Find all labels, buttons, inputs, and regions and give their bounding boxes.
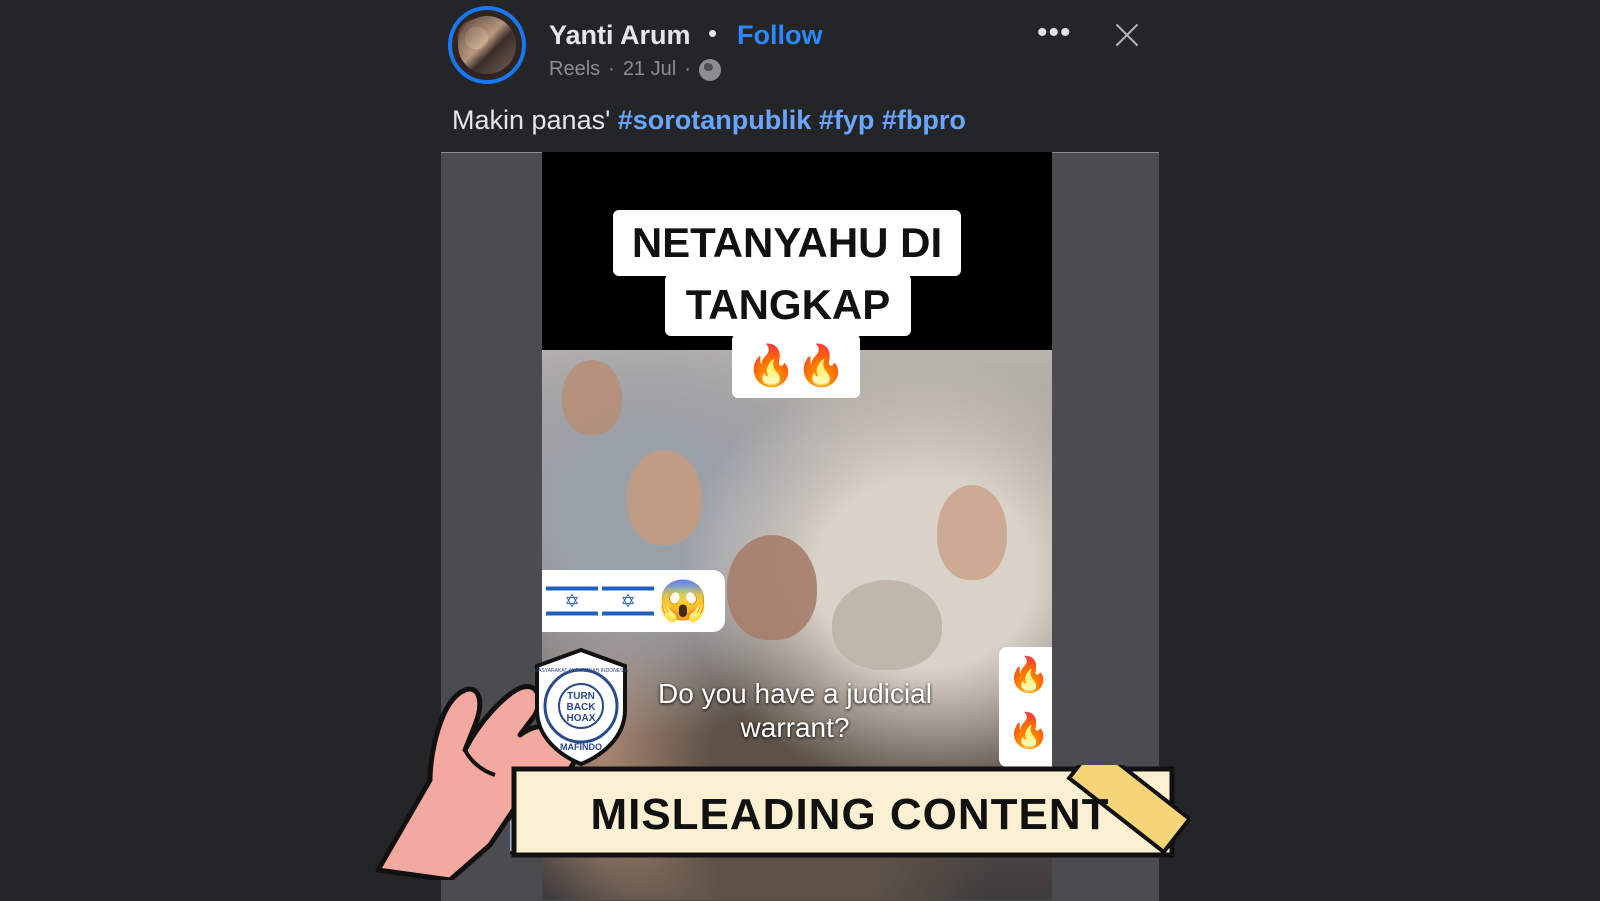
globe-icon bbox=[698, 58, 721, 81]
svg-text:TURN: TURN bbox=[567, 691, 595, 702]
flags-sticker: ✡ ✡ 😱 bbox=[542, 570, 725, 632]
post-caption: Makin panas' #sorotanpublik #fyp #fbpro bbox=[452, 105, 966, 136]
post-meta: Reels · 21 Jul · bbox=[549, 58, 721, 81]
fire-emoji: 🔥🔥 bbox=[732, 334, 860, 398]
caption-text: Makin panas' bbox=[452, 105, 611, 135]
post-source[interactable]: Reels bbox=[549, 58, 600, 81]
crowd-person bbox=[832, 580, 942, 670]
headline-line-2: TANGKAP bbox=[665, 274, 911, 336]
meta-dot: · bbox=[608, 58, 615, 80]
scared-face-emoji: 😱 bbox=[658, 579, 708, 623]
author-name[interactable]: Yanti Arum bbox=[549, 20, 691, 51]
more-options-icon[interactable]: ••• bbox=[1037, 16, 1072, 50]
headline-line-1: NETANYAHU DI bbox=[613, 210, 961, 276]
crowd-person bbox=[727, 535, 817, 640]
post-header: Yanti Arum • Follow Reels · 21 Jul · ••• bbox=[448, 6, 1138, 92]
svg-text:MASYARAKAT ANTI FITNAH INDONES: MASYARAKAT ANTI FITNAH INDONESIA bbox=[534, 668, 629, 674]
hashtag-link[interactable]: #sorotanpublik bbox=[618, 105, 812, 135]
meta-dot: · bbox=[684, 58, 691, 80]
close-icon[interactable] bbox=[1112, 20, 1142, 50]
fire-emoji: 🔥 bbox=[1007, 712, 1051, 750]
mafindo-seal: TURN BACK HOAX MAFINDO MASYARAKAT ANTI F… bbox=[534, 648, 629, 766]
israel-flag-icon: ✡ bbox=[546, 582, 598, 620]
header-separator: • bbox=[708, 18, 718, 48]
author-avatar[interactable] bbox=[448, 6, 526, 84]
svg-text:BACK: BACK bbox=[567, 702, 597, 713]
israel-flag-icon: ✡ bbox=[602, 582, 654, 620]
hashtag-link[interactable]: #fyp bbox=[819, 105, 875, 135]
side-fire-sticker: 🔥 🔥 bbox=[999, 647, 1052, 767]
follow-button[interactable]: Follow bbox=[737, 20, 822, 51]
crowd-person bbox=[562, 360, 622, 435]
post-date[interactable]: 21 Jul bbox=[623, 58, 676, 81]
fire-emoji: 🔥 bbox=[1007, 656, 1051, 694]
crowd-person bbox=[937, 485, 1007, 580]
crowd-person bbox=[627, 450, 702, 545]
svg-text:HOAX: HOAX bbox=[567, 713, 596, 724]
hashtag-link[interactable]: #fbpro bbox=[882, 105, 966, 135]
misleading-content-label: MISLEADING CONTENT bbox=[590, 790, 1110, 839]
svg-text:MAFINDO: MAFINDO bbox=[560, 742, 602, 752]
video-subtitle: Do you have a judicial warrant? bbox=[658, 678, 932, 743]
